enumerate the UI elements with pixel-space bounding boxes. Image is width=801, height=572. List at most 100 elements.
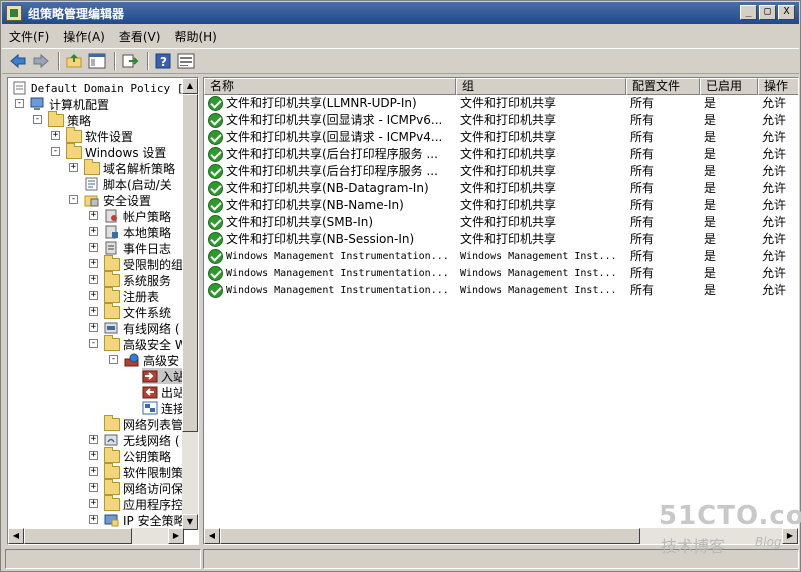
expand-icon[interactable]: +	[51, 131, 60, 140]
table-row[interactable]: Windows Management Instrumentation... Wi…	[204, 265, 798, 282]
enabled-check-icon	[208, 215, 223, 230]
expand-icon[interactable]: +	[89, 275, 98, 284]
collapse-icon[interactable]: -	[15, 99, 24, 108]
forward-arrow-icon[interactable]	[31, 51, 51, 71]
collapse-icon[interactable]: -	[109, 355, 118, 364]
tree-hscroll-thumb[interactable]	[24, 528, 132, 544]
show-hide-tree-icon[interactable]	[87, 51, 107, 71]
security-settings-icon	[84, 193, 100, 207]
properties-icon[interactable]	[176, 51, 196, 71]
tree-node-windows-settings[interactable]: Windows 设置	[66, 142, 166, 160]
table-row[interactable]: Windows Management Instrumentation... Wi…	[204, 282, 798, 299]
tree-node-outbound-rules[interactable]: 出站	[142, 384, 184, 400]
table-row[interactable]: 文件和打印机共享(回显请求 - ICMPv4... 文件和打印机共享 所有 是 …	[204, 129, 798, 146]
tree-node-ip-security[interactable]: IP 安全策略	[104, 512, 184, 528]
tree-node-connection-security[interactable]: 连接	[142, 400, 184, 416]
back-arrow-icon[interactable]	[8, 51, 28, 71]
tree-node-account-policies[interactable]: 帐户策略	[104, 208, 171, 224]
scroll-up-icon[interactable]: ▲	[182, 78, 198, 94]
up-folder-icon[interactable]	[64, 51, 84, 71]
scroll-left-icon[interactable]: ◀	[204, 528, 220, 544]
expand-icon[interactable]: +	[89, 211, 98, 220]
collapse-icon[interactable]: -	[33, 115, 42, 124]
expand-icon[interactable]: +	[89, 307, 98, 316]
expand-icon[interactable]: +	[89, 467, 98, 476]
scroll-left-icon[interactable]: ◀	[8, 528, 24, 544]
tree-node-advanced-firewall[interactable]: 高级安全 W	[104, 334, 184, 352]
expand-icon[interactable]: +	[89, 243, 98, 252]
collapse-icon[interactable]: -	[89, 339, 98, 348]
tree-root[interactable]: Default Domain Policy [08	[12, 80, 184, 96]
expand-icon[interactable]: +	[89, 515, 98, 524]
tree-node-application-control[interactable]: 应用程序控	[104, 494, 183, 512]
expand-icon[interactable]: +	[89, 483, 98, 492]
table-row[interactable]: 文件和打印机共享(NB-Name-In) 文件和打印机共享 所有 是 允许	[204, 197, 798, 214]
tree-node-security-settings[interactable]: 安全设置	[84, 192, 151, 208]
table-row[interactable]: 文件和打印机共享(NB-Datagram-In) 文件和打印机共享 所有 是 允…	[204, 180, 798, 197]
folder-open-icon	[104, 334, 120, 351]
tree-node-local-policies[interactable]: 本地策略	[104, 224, 171, 240]
tree-node-wireless-network[interactable]: 无线网络 (	[104, 432, 180, 448]
table-row[interactable]: 文件和打印机共享(回显请求 - ICMPv6... 文件和打印机共享 所有 是 …	[204, 112, 798, 129]
tree-horizontal-scrollbar[interactable]: ◀ ▶	[8, 528, 184, 544]
scroll-right-icon[interactable]: ▶	[168, 528, 184, 544]
tree-node-wired-network[interactable]: 有线网络 (	[104, 320, 180, 336]
tree-node-advanced-firewall-ldap[interactable]: 高级安	[124, 352, 179, 368]
export-list-icon[interactable]	[120, 51, 140, 71]
close-button[interactable]: X	[778, 5, 795, 20]
table-row[interactable]: 文件和打印机共享(后台打印程序服务 ... 文件和打印机共享 所有 是 允许	[204, 146, 798, 163]
tree-node-network-list-manager[interactable]: 网络列表管	[104, 414, 183, 432]
scroll-down-icon[interactable]: ▼	[182, 514, 198, 530]
tree-node-file-system[interactable]: 文件系统	[104, 302, 171, 320]
minimize-button[interactable]: _	[740, 5, 757, 20]
folder-open-icon	[66, 142, 82, 159]
tree-node-name-resolution[interactable]: 域名解析策略	[84, 158, 175, 176]
expand-icon[interactable]: +	[89, 451, 98, 460]
expand-icon[interactable]: +	[89, 291, 98, 300]
tree-node-restricted-groups[interactable]: 受限制的组	[104, 254, 183, 272]
enabled-check-icon	[208, 283, 223, 298]
tree-node-software-restriction[interactable]: 软件限制策	[104, 462, 183, 480]
column-header-action[interactable]: 操作	[758, 78, 798, 95]
expand-icon[interactable]: +	[69, 163, 78, 172]
help-icon[interactable]: ?	[153, 51, 173, 71]
tree-node-public-key-policies[interactable]: 公钥策略	[104, 446, 171, 464]
connection-security-icon	[142, 401, 158, 415]
expand-icon[interactable]: +	[89, 499, 98, 508]
column-header-name[interactable]: 名称	[204, 78, 456, 95]
menu-help[interactable]: 帮助(H)	[167, 28, 223, 45]
tree-node-computer-config[interactable]: 计算机配置	[30, 96, 109, 112]
tree-node-scripts[interactable]: 脚本(启动/关	[84, 176, 172, 192]
column-header-group[interactable]: 组	[456, 78, 626, 95]
list-hscroll-thumb[interactable]	[220, 528, 640, 544]
expand-icon[interactable]: +	[89, 435, 98, 444]
table-row[interactable]: 文件和打印机共享(后台打印程序服务 ... 文件和打印机共享 所有 是 允许	[204, 163, 798, 180]
tree-vertical-scrollbar[interactable]: ▲ ▼	[182, 78, 198, 530]
table-row[interactable]: 文件和打印机共享(NB-Session-In) 文件和打印机共享 所有 是 允许	[204, 231, 798, 248]
tree-node-system-services[interactable]: 系统服务	[104, 270, 171, 288]
table-row[interactable]: 文件和打印机共享(LLMNR-UDP-In) 文件和打印机共享 所有 是 允许	[204, 95, 798, 112]
collapse-icon[interactable]: -	[69, 195, 78, 204]
tree-scroll-thumb[interactable]	[182, 94, 198, 432]
menu-action[interactable]: 操作(A)	[56, 28, 112, 45]
tree-node-network-access-protection[interactable]: 网络访问保	[104, 478, 183, 496]
column-header-enabled[interactable]: 已启用	[700, 78, 758, 95]
collapse-icon[interactable]: -	[51, 147, 60, 156]
menu-file[interactable]: 文件(F)	[2, 28, 56, 45]
tree-view: Default Domain Policy [08 计算机配置 策略 软件设置 …	[8, 78, 184, 530]
table-row[interactable]: 文件和打印机共享(SMB-In) 文件和打印机共享 所有 是 允许	[204, 214, 798, 231]
table-row[interactable]: Windows Management Instrumentation... Wi…	[204, 248, 798, 265]
tree-node-software-settings[interactable]: 软件设置	[66, 126, 133, 144]
expand-icon[interactable]: +	[89, 259, 98, 268]
script-icon	[84, 177, 100, 191]
tree-node-event-log[interactable]: 事件日志	[104, 240, 171, 256]
folder-lock-icon	[104, 302, 120, 319]
menu-view[interactable]: 查看(V)	[112, 28, 168, 45]
column-header-profile[interactable]: 配置文件	[626, 78, 700, 95]
toolbar-separator	[114, 52, 116, 70]
expand-icon[interactable]: +	[89, 323, 98, 332]
tree-node-inbound-rules[interactable]: 入站	[142, 368, 184, 384]
folder-lock-icon	[104, 270, 120, 287]
expand-icon[interactable]: +	[89, 227, 98, 236]
restore-button[interactable]: □	[759, 5, 776, 20]
